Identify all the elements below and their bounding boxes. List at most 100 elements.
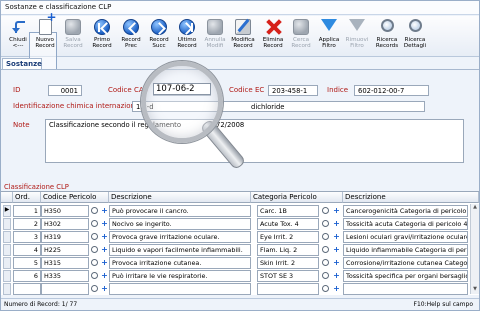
search-category-icon[interactable]	[322, 259, 329, 266]
row-selector[interactable]	[3, 218, 11, 230]
toolbar-button-magnifier[interactable]: Ricerca Records	[373, 18, 401, 56]
add-category-icon[interactable]: +	[332, 245, 341, 254]
cell-descrizione-categoria[interactable]: Lesioni oculari gravi/irritazione ocular…	[343, 231, 468, 243]
table-row[interactable]: 6 H335 + Può irritare le vie respiratorie. S…	[1, 269, 479, 283]
toolbar-button-next-record[interactable]: Record Succ	[145, 18, 173, 56]
toolbar-button-save[interactable]: Salva Record	[59, 18, 87, 56]
note-field[interactable]: Classificazione secondo il regolamento 7…	[45, 119, 464, 163]
toolbar-button-last-record[interactable]: Ultimo Record	[173, 18, 201, 56]
cell-ord[interactable]: 6	[13, 270, 41, 282]
row-selector[interactable]	[3, 231, 11, 243]
cell-descrizione-categoria[interactable]: Tossicità specifica per organi bersaglio	[343, 270, 468, 282]
cell-codice[interactable]: H335	[41, 270, 89, 282]
cell-descrizione-categoria[interactable]: Liquido infiammabile Categoria di perico…	[343, 244, 468, 256]
add-code-icon[interactable]: +	[100, 206, 109, 215]
add-category-icon[interactable]: +	[332, 271, 341, 280]
cell-categoria[interactable]	[257, 283, 319, 295]
add-category-icon[interactable]: +	[332, 284, 341, 293]
cell-descrizione-categoria[interactable]: Cancerogenicità Categoria di pericolo	[343, 205, 468, 217]
add-code-icon[interactable]: +	[100, 271, 109, 280]
toolbar-button-back-arrow[interactable]: Chiudi <---	[4, 18, 32, 56]
search-category-icon[interactable]	[322, 233, 329, 240]
search-code-icon[interactable]	[91, 207, 98, 214]
header-descrizione[interactable]: Descrizione	[109, 192, 251, 203]
search-code-icon[interactable]	[91, 220, 98, 227]
cell-categoria[interactable]: Eye Irrit. 2	[257, 231, 319, 243]
toolbar-button-remove-filter[interactable]: Rimuovi Filtro	[343, 18, 371, 56]
toolbar-button-delete[interactable]: Elimina Record	[259, 18, 287, 56]
add-code-icon[interactable]: +	[100, 258, 109, 267]
grid-scrollbar[interactable]: ▲ ▼	[470, 204, 479, 294]
row-selector[interactable]	[3, 257, 11, 269]
add-code-icon[interactable]: +	[100, 284, 109, 293]
toolbar-button-first-record[interactable]: Primo Record	[88, 18, 116, 56]
header-descrizione-categoria[interactable]: Descrizione	[343, 192, 479, 203]
add-code-icon[interactable]: +	[100, 245, 109, 254]
cell-descrizione[interactable]: Può provocare il cancro.	[109, 205, 251, 217]
cell-ord[interactable]: 3	[13, 231, 41, 243]
cell-categoria[interactable]: Flam. Liq. 2	[257, 244, 319, 256]
cell-categoria[interactable]: Skin Irrit. 2	[257, 257, 319, 269]
table-row[interactable]: 3 H319 + Provoca grave irritazione oculare.…	[1, 230, 479, 244]
ec-field[interactable]: 203-458-1	[268, 85, 318, 96]
scroll-down-icon[interactable]: ▼	[471, 286, 479, 294]
cell-descrizione[interactable]: Provoca grave irritazione oculare.	[109, 231, 251, 243]
cell-codice[interactable]: H350	[41, 205, 89, 217]
toolbar-button-filter[interactable]: Applica Filtro	[315, 18, 343, 56]
search-code-icon[interactable]	[91, 246, 98, 253]
toolbar-button-edit[interactable]: Modifica Record	[229, 18, 257, 56]
add-category-icon[interactable]: +	[332, 258, 341, 267]
search-code-icon[interactable]	[91, 272, 98, 279]
tab-sostanze[interactable]: Sostanze	[2, 58, 42, 69]
index-field[interactable]: 602-012-00-7	[354, 85, 429, 96]
cell-codice[interactable]: H302	[41, 218, 89, 230]
cell-ord[interactable]: 1	[13, 205, 41, 217]
cell-codice[interactable]	[41, 283, 89, 295]
cell-descrizione[interactable]: Nocivo se ingerito.	[109, 218, 251, 230]
add-code-icon[interactable]: +	[100, 232, 109, 241]
cell-codice[interactable]: H225	[41, 244, 89, 256]
cell-descrizione-categoria[interactable]: Tossicità acuta Categoria di pericolo 4	[343, 218, 468, 230]
cell-codice[interactable]: H315	[41, 257, 89, 269]
row-selector[interactable]	[3, 283, 11, 295]
cell-ord[interactable]	[13, 283, 41, 295]
table-row-new[interactable]: + +	[1, 282, 479, 296]
cell-descrizione[interactable]	[109, 283, 251, 295]
header-ord[interactable]: Ord.	[13, 192, 41, 203]
cell-descrizione[interactable]: Liquido e vapori facilmente infiammabili…	[109, 244, 251, 256]
cell-descrizione-categoria[interactable]: Corrosione/irritazione cutanea Categoria…	[343, 257, 468, 269]
search-category-icon[interactable]	[322, 207, 329, 214]
search-code-icon[interactable]	[91, 233, 98, 240]
table-row[interactable]: 5 H315 + Provoca irritazione cutanea. Skin I…	[1, 256, 479, 270]
add-category-icon[interactable]: +	[332, 232, 341, 241]
search-code-icon[interactable]	[91, 259, 98, 266]
search-code-icon[interactable]	[91, 285, 98, 292]
cell-codice[interactable]: H319	[41, 231, 89, 243]
row-selector[interactable]	[3, 244, 11, 256]
cell-categoria[interactable]: Acute Tox. 4	[257, 218, 319, 230]
search-category-icon[interactable]	[322, 272, 329, 279]
add-category-icon[interactable]: +	[332, 206, 341, 215]
search-category-icon[interactable]	[322, 246, 329, 253]
header-categoria[interactable]: Categoria Pericolo	[251, 192, 343, 203]
cell-descrizione[interactable]: Può irritare le vie respiratorie.	[109, 270, 251, 282]
header-codice[interactable]: Codice Pericolo	[41, 192, 109, 203]
cell-categoria[interactable]: STOT SE 3	[257, 270, 319, 282]
cell-descrizione[interactable]: Provoca irritazione cutanea.	[109, 257, 251, 269]
cell-ord[interactable]: 4	[13, 244, 41, 256]
search-category-icon[interactable]	[322, 220, 329, 227]
id-field[interactable]: 0001	[48, 85, 82, 96]
scroll-up-icon[interactable]: ▲	[471, 204, 479, 212]
search-category-icon[interactable]	[322, 285, 329, 292]
cell-ord[interactable]: 2	[13, 218, 41, 230]
toolbar-button-undo[interactable]: Annulla Modifi	[201, 18, 229, 56]
toolbar-button-magnifier-details[interactable]: Ricerca Dettagli	[401, 18, 429, 56]
add-code-icon[interactable]: +	[100, 219, 109, 228]
add-category-icon[interactable]: +	[332, 219, 341, 228]
table-row[interactable]: 2 H302 + Nocivo se ingerito. Acute Tox. 4 + To…	[1, 217, 479, 231]
toolbar-button-new-record[interactable]: Nuovo Record	[31, 14, 59, 56]
table-row[interactable]: 4 H225 + Liquido e vapori facilmente infiam…	[1, 243, 479, 257]
cell-categoria[interactable]: Carc. 1B	[257, 205, 319, 217]
row-selector[interactable]: ▶	[3, 205, 11, 217]
toolbar-button-previous-record[interactable]: Record Prec	[117, 18, 145, 56]
